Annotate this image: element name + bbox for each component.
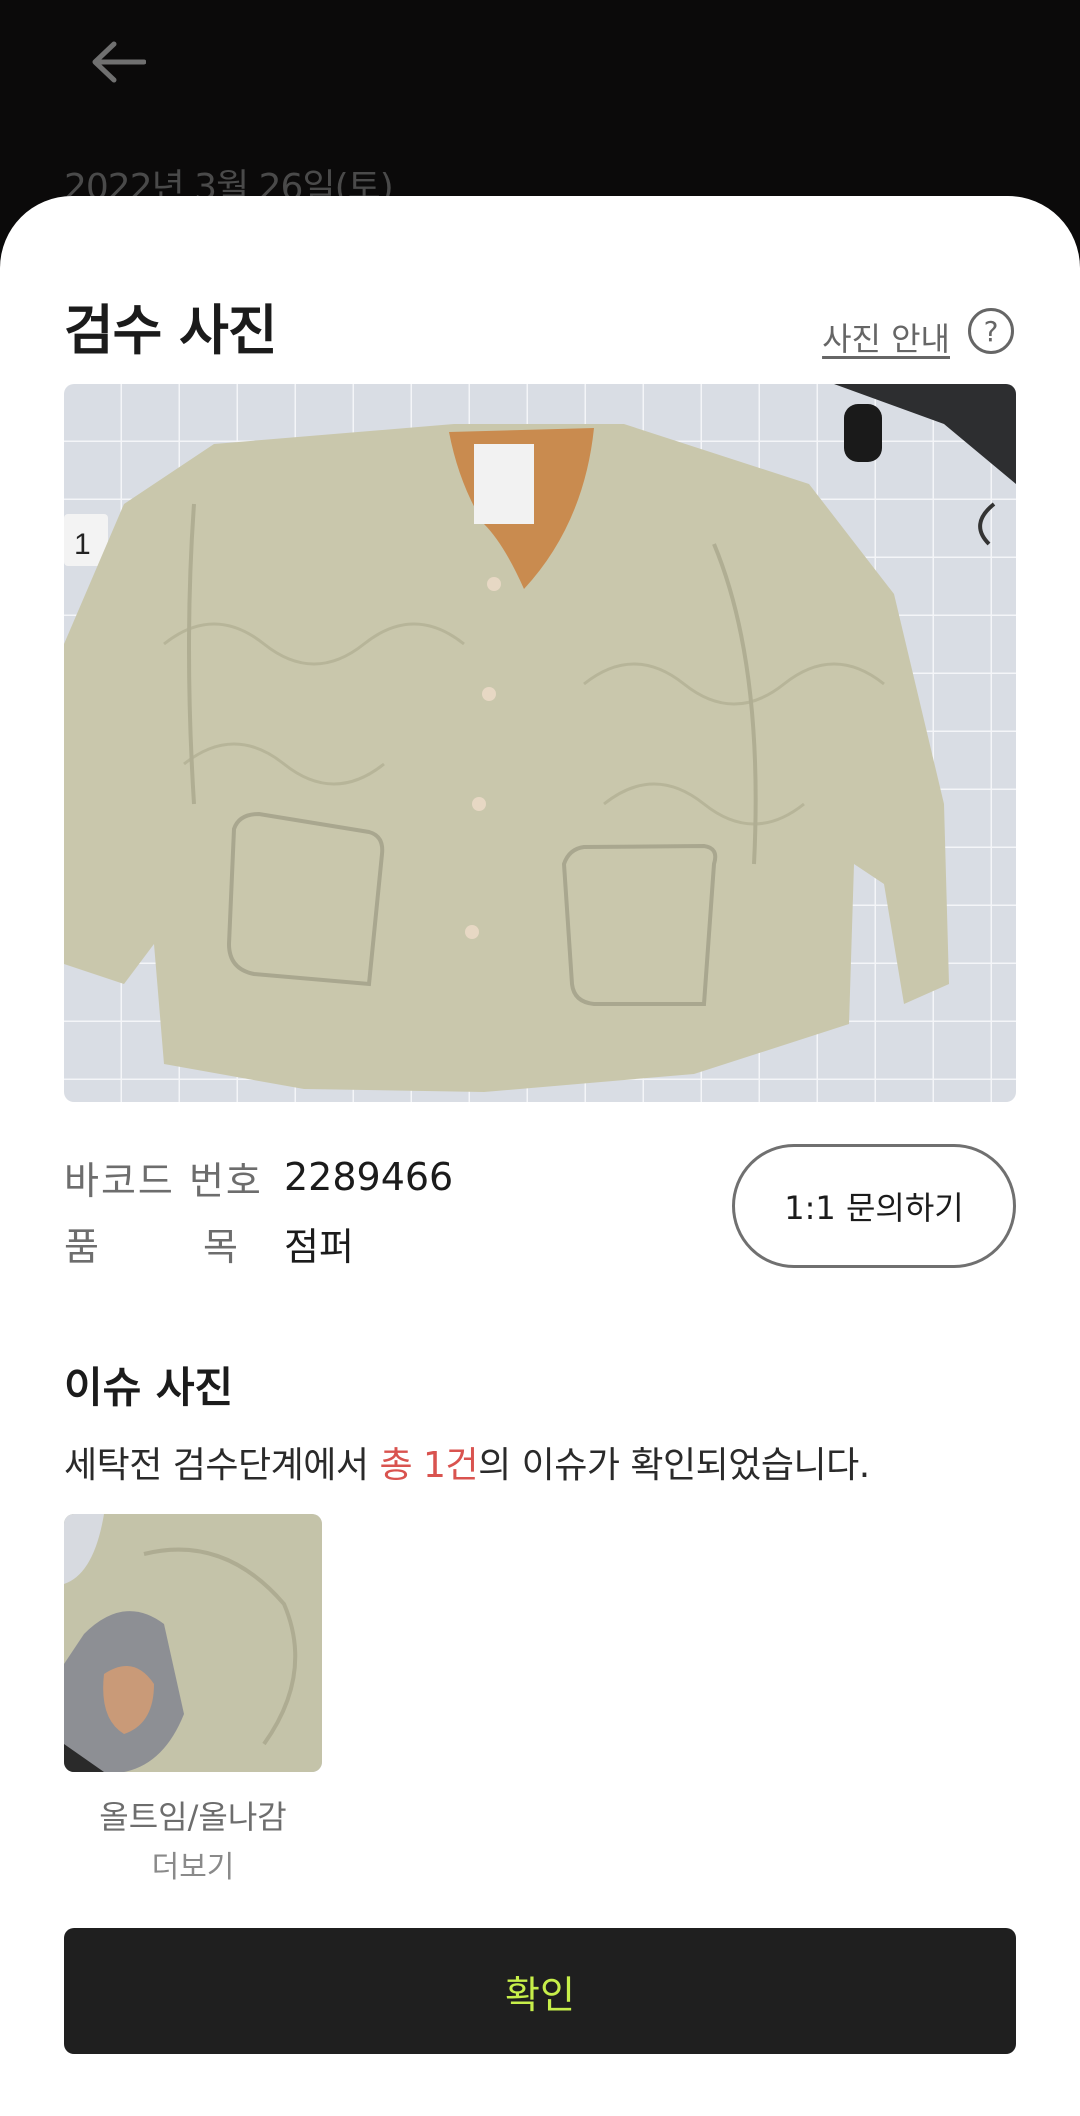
confirm-button[interactable]: 확인 [64,1928,1016,2054]
issue-description: 세탁전 검수단계에서 총 1건의 이슈가 확인되었습니다. [64,1436,870,1488]
issue-photo-thumbnail[interactable] [64,1514,322,1772]
photo-guide-link[interactable]: 사진 안내 [822,314,950,360]
back-button[interactable] [82,26,154,98]
barcode-row: 바코드 번호 2289466 [64,1144,453,1210]
barcode-value: 2289466 [284,1155,454,1199]
app-root: 2022년 3월 26일(토) 검수 사진 사진 안내 ? 1 바코드 번호 2… [0,0,1080,2116]
inquiry-button[interactable]: 1:1 문의하기 [732,1144,1016,1268]
item-label-first: 품 [64,1224,101,1269]
item-label: 품 목 [64,1216,240,1271]
back-arrow-icon [92,41,146,83]
issue-desc-suffix: 의 이슈가 확인되었습니다. [478,1445,870,1486]
issue-desc-prefix: 세탁전 검수단계에서 [64,1445,380,1486]
inspection-photo-sheet: 검수 사진 사진 안내 ? 1 바코드 번호 2289466 품 목 점퍼 1:… [0,196,1080,2116]
issue-section-title: 이슈 사진 [64,1363,234,1412]
svg-text:1: 1 [74,528,91,561]
jacket-photo-image: 1 [64,384,1016,1102]
issue-photo-caption: 올트임/올나감 [99,1798,287,1836]
help-icon[interactable]: ? [968,308,1014,354]
issue-more-link[interactable]: 더보기 [64,1842,322,1886]
issue-photo-image [64,1514,322,1772]
item-info: 바코드 번호 2289466 품 목 점퍼 [64,1144,453,1276]
item-label-second: 목 [203,1224,240,1269]
issue-count-highlight: 총 1건 [379,1445,479,1486]
item-value: 점퍼 [284,1224,354,1269]
inspection-main-photo[interactable]: 1 [64,384,1016,1102]
barcode-label: 바코드 번호 [64,1158,263,1203]
sheet-title: 검수 사진 [64,299,278,362]
item-row: 품 목 점퍼 [64,1210,453,1276]
